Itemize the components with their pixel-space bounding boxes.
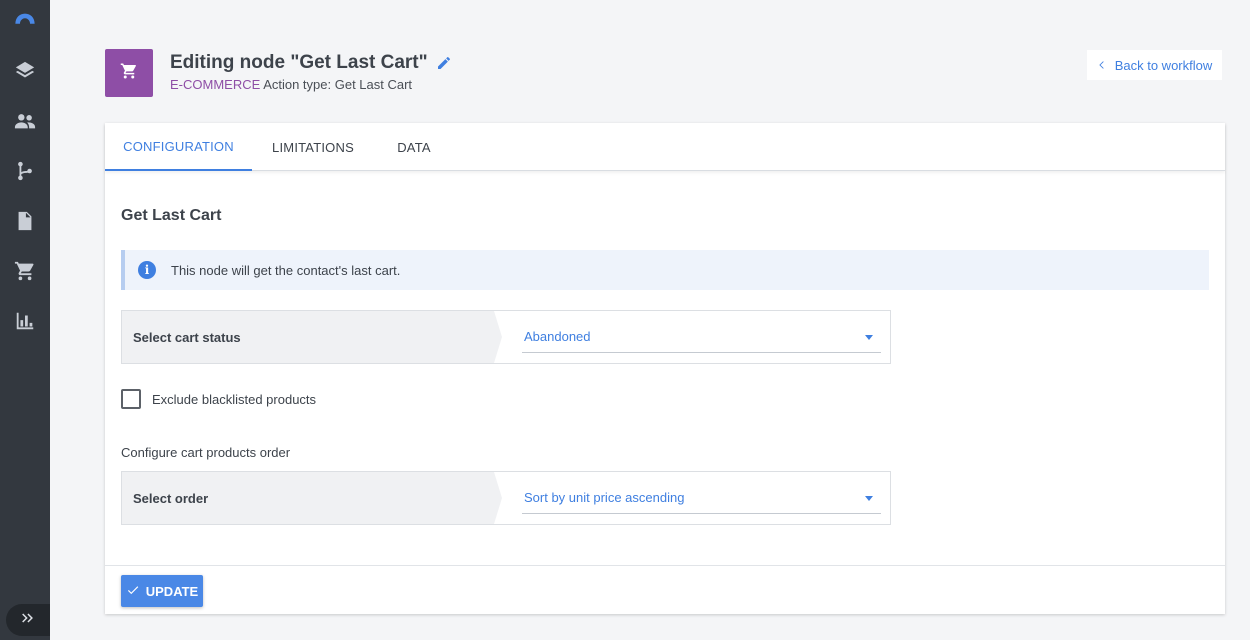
- caret-down-icon: [865, 335, 873, 340]
- order-select[interactable]: Sort by unit price ascending: [522, 482, 881, 514]
- check-icon: [126, 583, 140, 600]
- document-icon[interactable]: [13, 209, 37, 233]
- action-type-label: Action type: Get Last Cart: [263, 77, 413, 92]
- card-footer: UPDATE: [105, 565, 1225, 614]
- tab-bar: CONFIGURATION LIMITATIONS DATA: [105, 123, 1225, 171]
- node-subtitle: E-COMMERCE Action type: Get Last Cart: [170, 77, 412, 92]
- update-button[interactable]: UPDATE: [121, 575, 203, 607]
- cart-status-select[interactable]: Abandoned: [522, 321, 881, 353]
- pencil-icon[interactable]: [436, 55, 452, 71]
- cart-status-field: Select cart status Abandoned: [121, 310, 891, 364]
- back-to-workflow-label: Back to workflow: [1114, 57, 1213, 73]
- node-config-card: CONFIGURATION LIMITATIONS DATA Get Last …: [105, 123, 1225, 614]
- sidebar: [0, 0, 50, 640]
- logo-arc-icon[interactable]: [13, 9, 37, 33]
- update-label: UPDATE: [145, 583, 199, 599]
- page-title-text: Editing node "Get Last Cart": [170, 52, 428, 73]
- tab-limitations[interactable]: LIMITATIONS: [252, 123, 374, 171]
- tab-data[interactable]: DATA: [374, 123, 454, 171]
- tab-configuration[interactable]: CONFIGURATION: [105, 123, 252, 171]
- chevron-left-icon: [1097, 58, 1107, 73]
- workflow-icon[interactable]: [13, 159, 37, 183]
- info-icon: i: [138, 261, 156, 279]
- cart-icon[interactable]: [13, 259, 37, 283]
- cart-icon: [120, 62, 138, 85]
- section-title: Get Last Cart: [121, 207, 222, 224]
- layers-icon[interactable]: [13, 59, 37, 83]
- caret-down-icon: [865, 496, 873, 501]
- exclude-blacklisted-row[interactable]: Exclude blacklisted products: [121, 389, 316, 409]
- info-callout: i This node will get the contact's last …: [121, 250, 1209, 290]
- cart-status-label: Select cart status: [122, 311, 502, 363]
- back-to-workflow-button[interactable]: Back to workflow: [1087, 50, 1222, 80]
- double-chevron-right-icon: [19, 609, 37, 632]
- users-icon[interactable]: [13, 109, 37, 133]
- order-field: Select order Sort by unit price ascendin…: [121, 471, 891, 525]
- chart-icon[interactable]: [13, 309, 37, 333]
- order-value: Sort by unit price ascending: [524, 490, 685, 505]
- info-text: This node will get the contact's last ca…: [171, 263, 401, 278]
- order-label: Select order: [122, 472, 502, 524]
- cart-status-value: Abandoned: [524, 329, 591, 344]
- page-title: Editing node "Get Last Cart": [170, 52, 452, 74]
- exclude-blacklisted-label: Exclude blacklisted products: [152, 391, 317, 407]
- order-heading: Configure cart products order: [121, 445, 291, 460]
- sidebar-expand-button[interactable]: [6, 604, 50, 636]
- node-type-badge: [105, 49, 153, 97]
- category-label: E-COMMERCE: [170, 77, 261, 92]
- exclude-blacklisted-checkbox[interactable]: [121, 389, 141, 409]
